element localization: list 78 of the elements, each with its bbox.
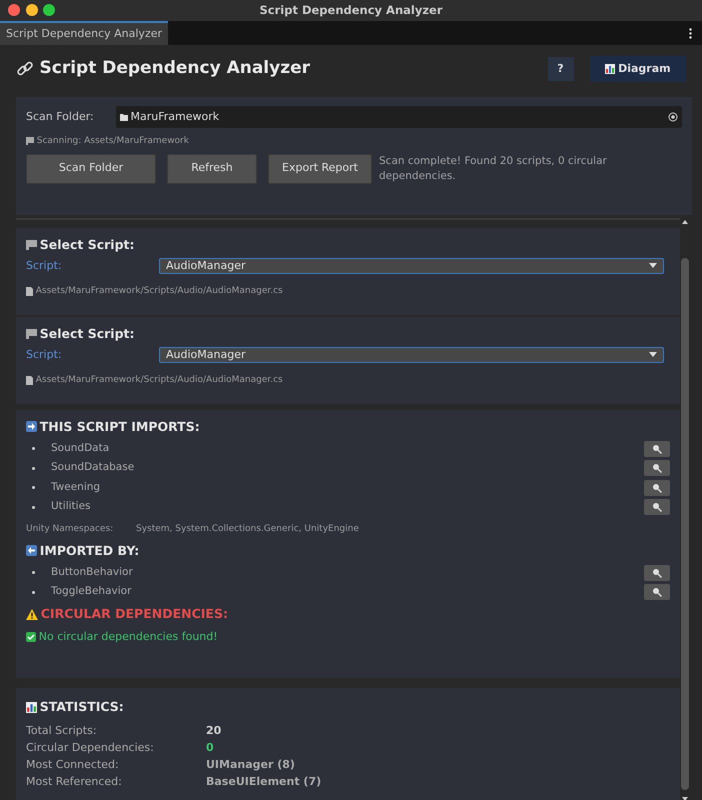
- script-path: Assets/MaruFramework/Scripts/Audio/AudioManager.cs: [36, 285, 283, 298]
- bar-chart-icon: [26, 702, 37, 714]
- app-title: Script Dependency Analyzer: [40, 57, 310, 80]
- field-label: Script:: [26, 258, 63, 274]
- scrollbar[interactable]: [680, 218, 690, 800]
- circular-dependencies-heading: CIRCULAR DEPENDENCIES:: [40, 604, 228, 623]
- stat-label: Circular Dependencies:: [26, 740, 155, 756]
- diagram-button[interactable]: Diagram: [590, 56, 686, 82]
- script-path: Assets/MaruFramework/Scripts/Audio/AudioManager.cs: [36, 374, 283, 387]
- stat-value: 0: [206, 740, 214, 756]
- caret-icon: [649, 263, 657, 268]
- left-arrow-icon: [26, 545, 37, 556]
- find-button[interactable]: [644, 584, 670, 600]
- namespaces-label: Unity Namespaces:: [26, 522, 114, 536]
- section-heading: Select Script:: [40, 236, 135, 254]
- find-button[interactable]: [644, 499, 670, 516]
- bullet-icon: [32, 571, 35, 574]
- find-button[interactable]: [644, 564, 670, 581]
- flag-icon: [26, 240, 37, 250]
- find-button[interactable]: [644, 440, 670, 457]
- check-icon: [26, 632, 36, 642]
- dependency-name: SoundData: [51, 440, 110, 456]
- search-icon: [652, 587, 662, 598]
- action-button[interactable]: Export Report: [268, 154, 372, 184]
- field-label: Script:: [26, 346, 63, 362]
- stat-label: Most Referenced:: [26, 774, 123, 790]
- dependency-name: SoundDatabase: [51, 460, 134, 476]
- section-heading: STATISTICS:: [40, 698, 124, 716]
- search-icon: [652, 463, 662, 474]
- stat-value: 20: [206, 722, 222, 738]
- target-icon[interactable]: [668, 112, 678, 122]
- folder-icon: [120, 114, 128, 120]
- find-button[interactable]: [644, 460, 670, 476]
- script-dropdown[interactable]: AudioManager: [159, 258, 664, 274]
- scan-folder-label: Scan Folder:: [26, 108, 95, 125]
- search-icon: [652, 502, 662, 512]
- bullet-icon: [32, 590, 35, 594]
- stat-label: Most Connected:: [26, 756, 120, 772]
- dependency-name: Tweening: [51, 480, 100, 495]
- script-dropdown[interactable]: AudioManager: [159, 346, 664, 363]
- bullet-icon: [32, 486, 35, 490]
- bar-chart-icon: [605, 64, 616, 74]
- flag-icon: [26, 137, 34, 146]
- scan-message: Scan complete! Found 20 scripts, 0 circular dependencies.: [379, 154, 608, 184]
- search-icon: [652, 444, 662, 454]
- stat-value: BaseUIElement (7): [206, 774, 322, 790]
- more-menu-icon[interactable]: [689, 28, 692, 38]
- folder-field[interactable]: MaruFramework: [116, 106, 682, 128]
- stat-label: Total Scripts:: [26, 722, 98, 738]
- bullet-icon: [32, 447, 35, 450]
- search-icon: [652, 482, 662, 493]
- search-icon: [652, 568, 662, 578]
- section-heading: Select Script:: [40, 325, 135, 343]
- link-icon: [16, 60, 34, 78]
- help-button[interactable]: ?: [548, 57, 574, 81]
- right-arrow-icon: [26, 421, 37, 432]
- bullet-icon: [32, 466, 35, 470]
- stat-value: UIManager (8): [206, 756, 295, 772]
- section-heading: THIS SCRIPT IMPORTS:: [40, 418, 200, 436]
- caret-icon: [649, 352, 657, 358]
- tab[interactable]: Script Dependency Analyzer: [0, 21, 168, 45]
- find-button[interactable]: [644, 480, 670, 496]
- window-title: Script Dependency Analyzer: [260, 2, 442, 19]
- action-button[interactable]: Scan Folder: [26, 154, 156, 184]
- window-controls-drawing[interactable]: [8, 4, 55, 16]
- file-icon: [26, 376, 33, 386]
- warning-icon: [26, 608, 38, 620]
- section-heading: IMPORTED BY:: [40, 542, 140, 560]
- file-icon: [26, 287, 33, 296]
- scanning-status: Scanning: Assets/MaruFramework: [36, 134, 189, 148]
- namespaces-value: System, System.Collections.Generic, UnityEngine: [136, 522, 359, 536]
- action-button[interactable]: Refresh: [167, 154, 257, 184]
- flag-icon: [26, 329, 37, 340]
- dependency-name: ButtonBehavior: [51, 564, 133, 580]
- bullet-icon: [32, 506, 35, 509]
- dependency-name: Utilities: [51, 499, 91, 514]
- no-circular-message: No circular dependencies found!: [38, 629, 218, 645]
- dependency-name: ToggleBehavior: [51, 584, 132, 600]
